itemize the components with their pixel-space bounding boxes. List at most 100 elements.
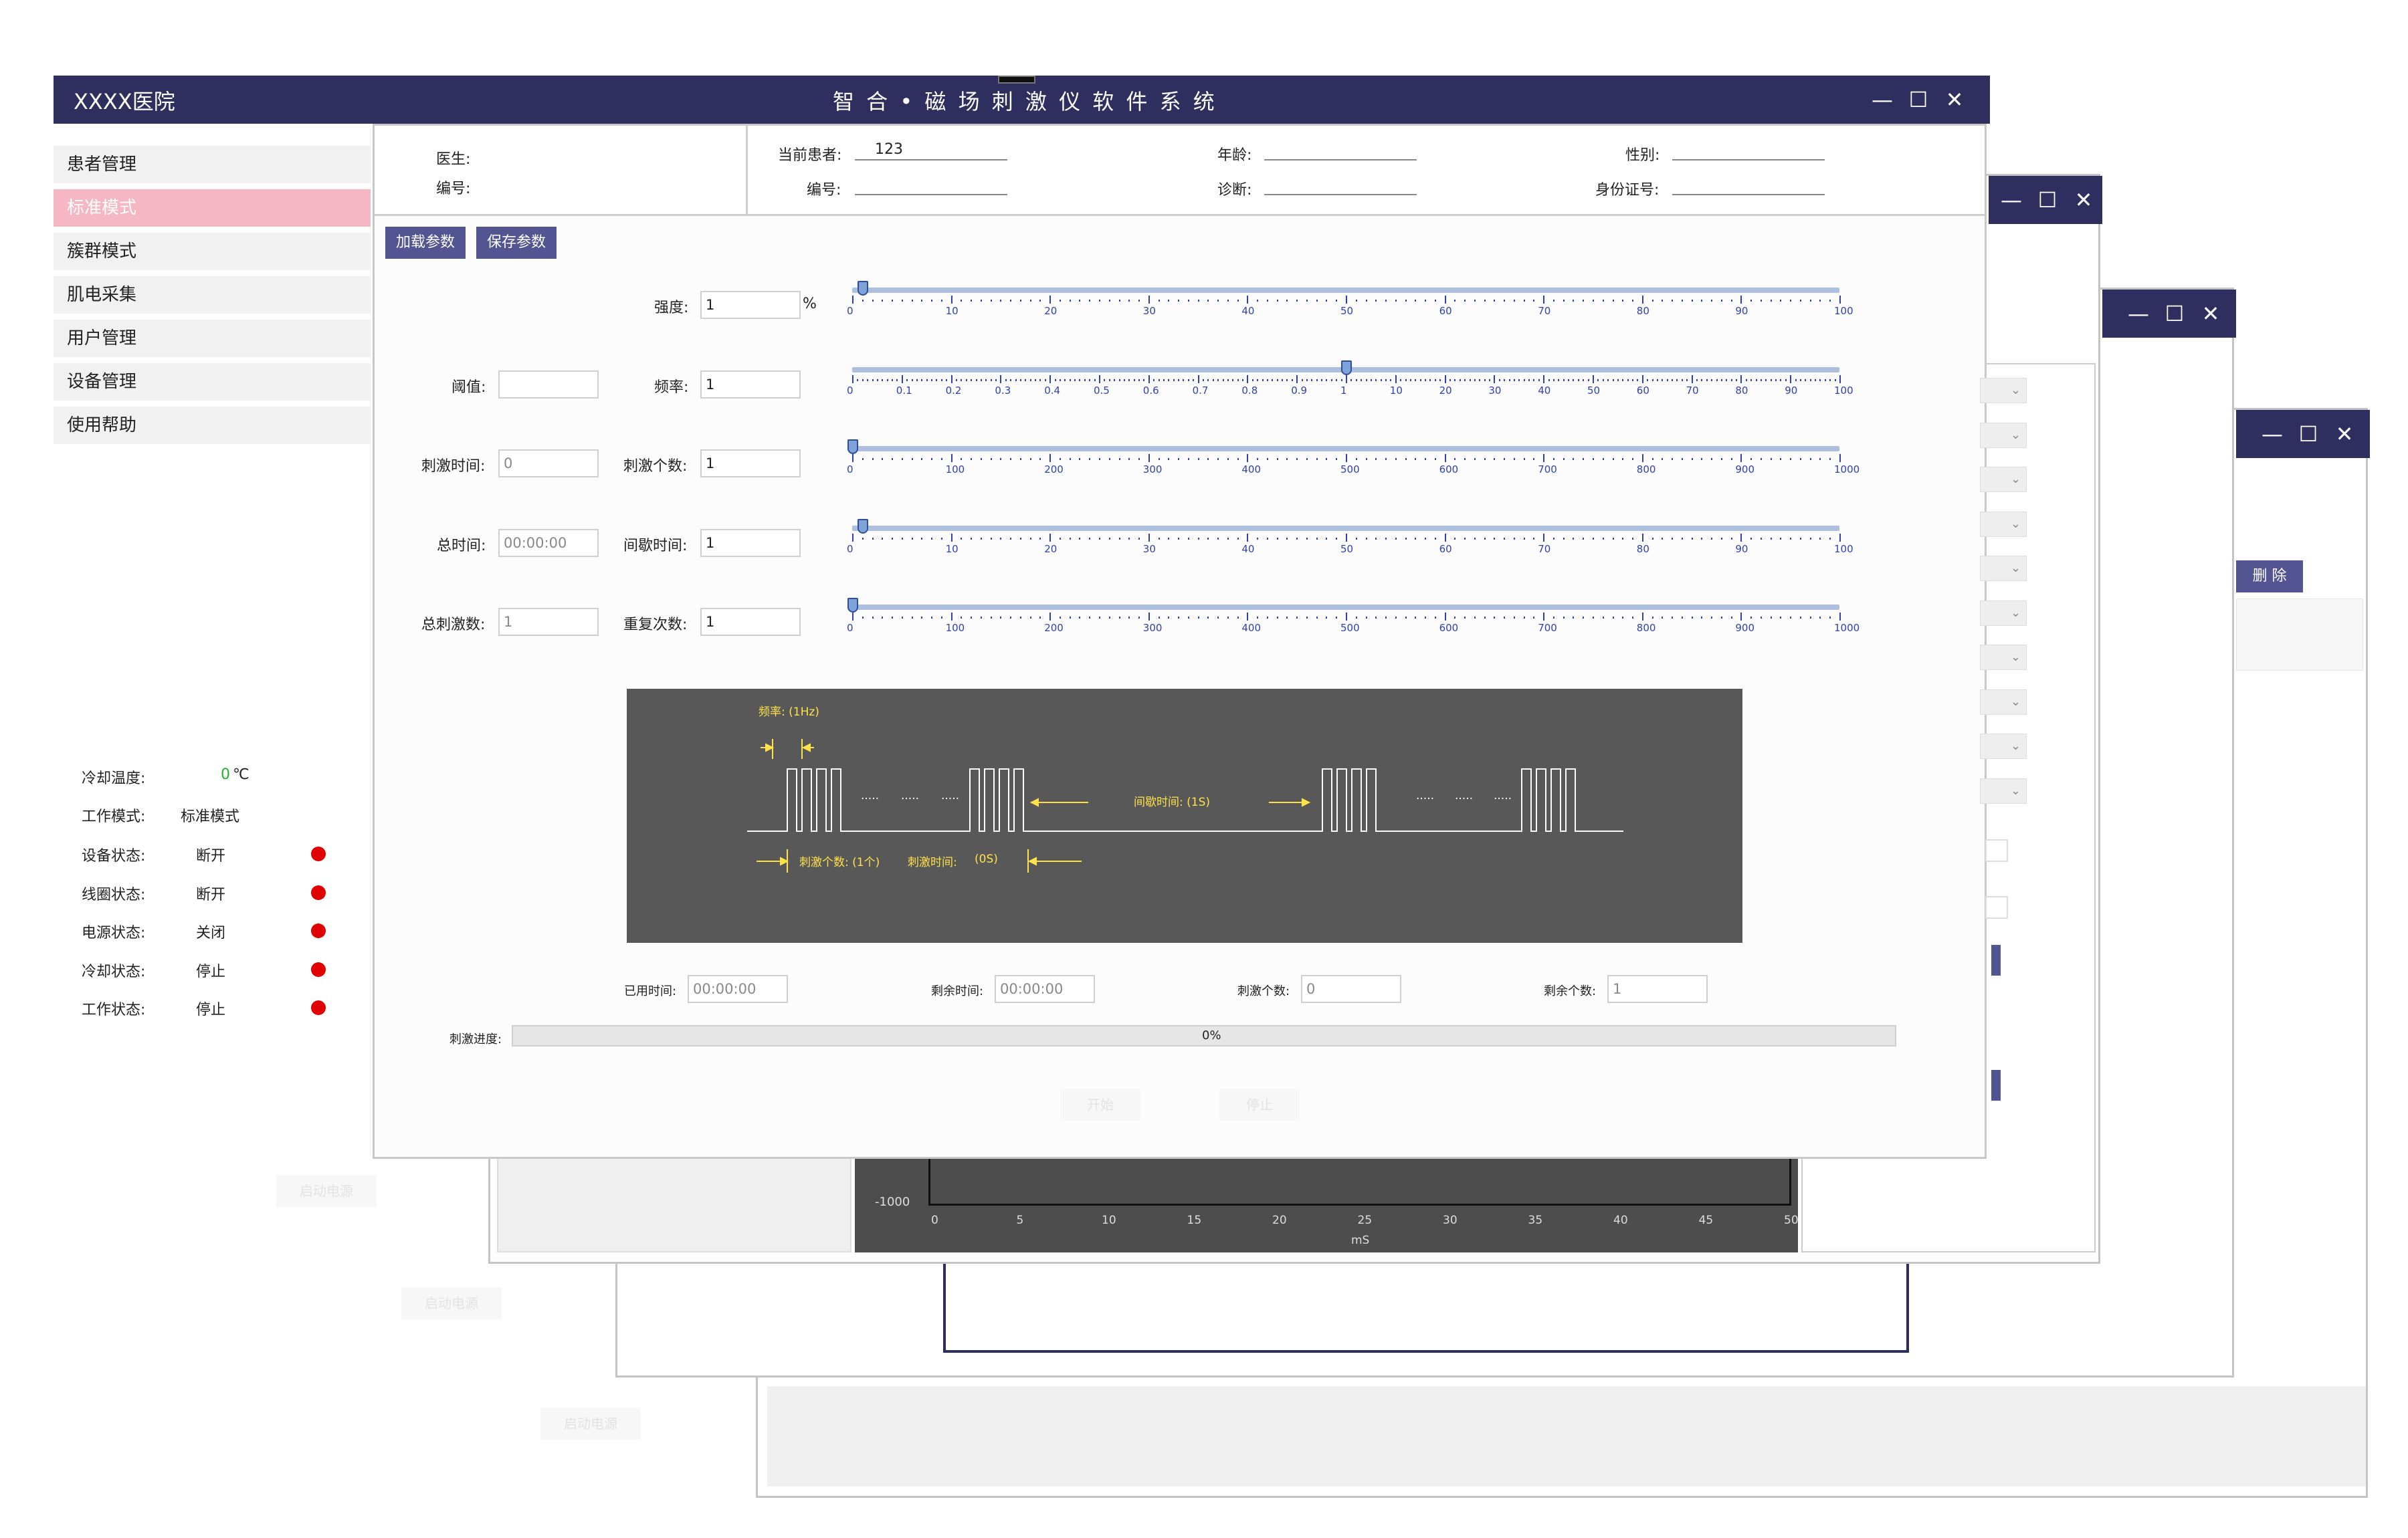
close-icon[interactable]: ✕ [2328,418,2361,450]
number-field[interactable] [855,174,1007,195]
slider-major-tick [1740,375,1742,383]
start-button[interactable]: 开始 [1060,1089,1140,1121]
sidebar-item[interactable]: 肌电采集 [54,276,371,314]
close-icon[interactable]: ✕ [2068,184,2100,216]
slider-tick-label: 40 [1538,384,1551,397]
slider-track[interactable] [852,605,1839,610]
sidebar-item[interactable]: 标准模式 [54,189,371,227]
combo-box[interactable]: ⌄ [1980,600,2027,626]
combo-box[interactable]: ⌄ [1980,556,2027,581]
slider-minor-tick [990,379,992,381]
slider-minor-tick [1612,300,1614,302]
slider-minor-tick [940,458,942,460]
start-power-button[interactable]: 启动电源 [401,1287,502,1319]
slider-track[interactable] [852,526,1839,531]
status-label: 线圈状态: [82,886,146,903]
progress-count-input[interactable]: 0 [1301,975,1401,1003]
minimize-icon[interactable]: — [2256,418,2288,450]
slider-major-tick [1099,375,1100,383]
stim-count-input[interactable]: 1 [700,449,801,477]
bg-checkbox[interactable] [1985,896,2008,919]
stim-count-slider[interactable]: 0 100 200 300 400 500 600 700 800 900 1000 [847,439,1860,489]
remaining-input[interactable]: 00:00:00 [995,975,1095,1003]
slider-major-tick [1444,296,1446,304]
sidebar-item[interactable]: 簇群模式 [54,233,371,270]
bg-button[interactable] [1991,945,2001,976]
slider-minor-tick [1128,458,1130,460]
slider-tick-label: 0 [847,305,854,317]
start-power-button[interactable]: 启动电源 [540,1408,641,1440]
remaining-count-input[interactable]: 1 [1607,975,1708,1003]
slider-major-tick [1543,534,1545,542]
slider-track[interactable] [852,288,1839,293]
wave-ellipsis: ····· [861,792,880,806]
load-params-button[interactable]: 加载参数 [385,227,466,259]
sidebar-item[interactable]: 设备管理 [54,363,371,401]
sidebar-item[interactable]: 使用帮助 [54,407,371,444]
slider-track[interactable] [852,446,1839,451]
id-field[interactable] [1672,174,1825,195]
slider-minor-tick [1257,458,1259,460]
slider-thumb[interactable] [847,439,858,454]
slider-minor-tick [1415,458,1417,460]
strength-input[interactable]: 1 [700,291,801,319]
strength-slider[interactable]: 0 10 20 30 40 50 60 70 80 90 100 [847,281,1853,330]
slider-minor-tick [1355,617,1357,619]
sidebar-item[interactable]: 患者管理 [54,146,371,183]
frequency-slider[interactable]: 0 0.1 0.2 0.3 0.4 0.5 0.6 0.7 0.8 0.9 1 10 20 30 40 50 6… [847,360,1853,410]
slider-minor-tick [1355,300,1357,302]
bg-checkbox[interactable] [1985,839,2008,862]
maximize-icon[interactable]: ☐ [2292,418,2324,450]
minimize-icon[interactable]: — [2122,298,2154,330]
repeat-slider[interactable]: 0 100 200 300 400 500 600 700 800 900 1000 [847,598,1860,647]
elapsed-input[interactable]: 00:00:00 [688,975,788,1003]
save-params-button[interactable]: 保存参数 [476,227,557,259]
total-stim-input[interactable]: 1 [498,608,599,636]
interval-input[interactable]: 1 [700,529,801,557]
slider-minor-tick [961,379,963,381]
stim-time-input[interactable]: 0 [498,449,599,477]
total-time-input[interactable]: 00:00:00 [498,529,599,557]
combo-box[interactable]: ⌄ [1980,689,2027,715]
stop-button[interactable]: 停止 [1219,1089,1300,1121]
combo-box[interactable]: ⌄ [1980,378,2027,403]
slider-minor-tick [1602,379,1604,381]
delete-button[interactable]: 删 除 [2236,560,2303,592]
age-field[interactable] [1264,139,1417,160]
threshold-input[interactable] [498,370,599,399]
combo-box[interactable]: ⌄ [1980,422,2027,448]
repeat-input[interactable]: 1 [700,608,801,636]
slider-minor-tick [1573,538,1575,540]
close-icon[interactable]: ✕ [2195,298,2227,330]
minimize-icon[interactable]: — [1866,84,1898,116]
interval-slider[interactable]: 0 10 20 30 40 50 60 70 80 90 100 [847,519,1853,568]
slider-minor-tick [990,538,992,540]
slider-minor-tick [1829,300,1831,302]
diagnosis-field[interactable] [1264,174,1417,195]
combo-box[interactable]: ⌄ [1980,467,2027,492]
slider-thumb[interactable] [847,598,858,613]
slider-major-tick [1543,454,1545,462]
start-power-button[interactable]: 启动电源 [276,1175,377,1207]
frequency-input[interactable]: 1 [700,370,801,399]
slider-tick-label: 200 [1044,463,1064,475]
maximize-icon[interactable]: ☐ [2159,298,2191,330]
bg-button[interactable] [1991,1070,2001,1101]
current-patient-field[interactable]: 123 [855,139,1007,160]
sidebar-item[interactable]: 用户管理 [54,320,371,357]
sex-field[interactable] [1672,139,1825,160]
combo-box[interactable]: ⌄ [1980,511,2027,537]
slider-thumb[interactable] [1341,360,1352,375]
slider-thumb[interactable] [857,519,868,534]
slider-minor-tick [1770,379,1772,381]
close-icon[interactable]: ✕ [1938,84,1971,116]
maximize-icon[interactable]: ☐ [1902,84,1934,116]
maximize-icon[interactable]: ☐ [2031,184,2064,216]
slider-minor-tick [1815,379,1817,381]
slider-minor-tick [911,458,913,460]
combo-box[interactable]: ⌄ [1980,734,2027,759]
minimize-icon[interactable]: — [1995,184,2027,216]
slider-thumb[interactable] [857,281,868,296]
combo-box[interactable]: ⌄ [1980,778,2027,804]
combo-box[interactable]: ⌄ [1980,645,2027,670]
